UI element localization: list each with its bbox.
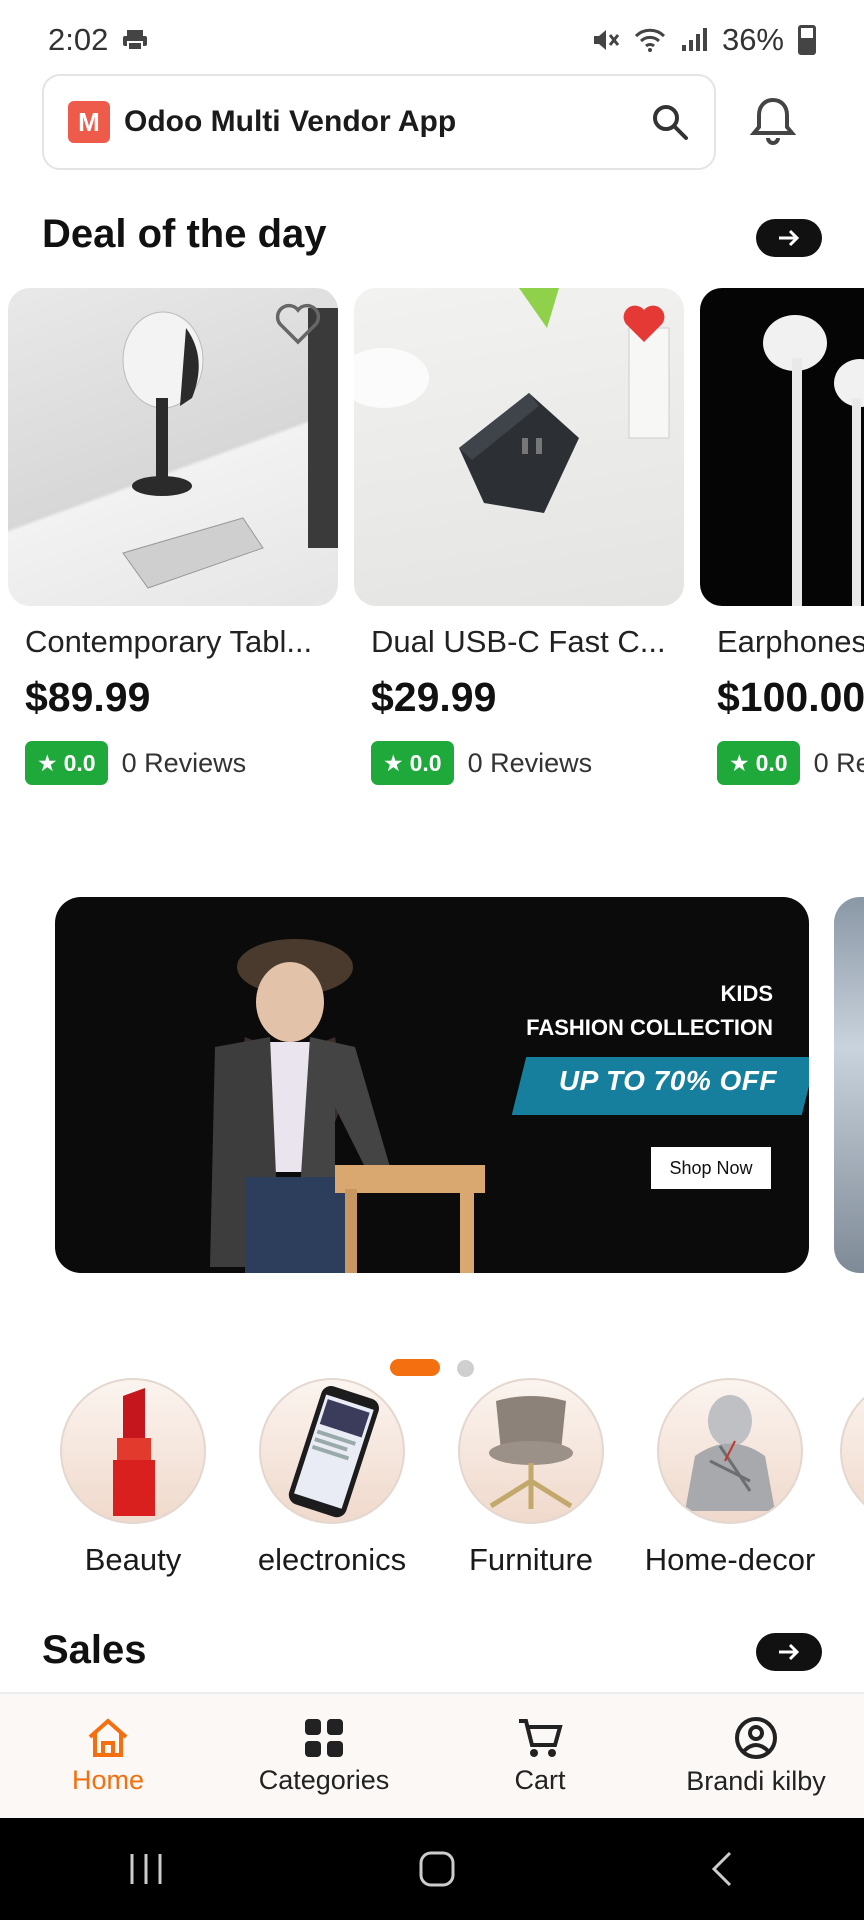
screen: 2:02 36% M Odoo Multi Vendor App Deal of… (0, 0, 864, 1920)
phone-icon (288, 1385, 379, 1518)
account-circle-icon (735, 1716, 777, 1759)
battery-icon (798, 25, 816, 55)
search-bar[interactable]: M Odoo Multi Vendor App (42, 74, 716, 170)
star-icon: ★ (383, 749, 404, 776)
category-image (458, 1378, 604, 1524)
category-item-next[interactable] (840, 1378, 864, 1524)
category-label: Furniture (468, 1542, 594, 1577)
category-label: Home-decor (644, 1542, 816, 1577)
statue-icon (685, 1395, 775, 1511)
promo-banner[interactable]: KIDS FASHION COLLECTION UP TO 70% OFF Sh… (55, 897, 809, 1273)
banner-offer-text: UP TO 70% OFF (558, 1065, 777, 1096)
nav-cart[interactable]: Cart (432, 1694, 648, 1818)
shop-now-button[interactable]: Shop Now (651, 1147, 771, 1189)
product-image (8, 288, 338, 606)
rating-value: 0.0 (63, 749, 96, 776)
chair-icon (489, 1396, 573, 1509)
category-item-electronics[interactable]: electronics (232, 1378, 432, 1578)
category-image (259, 1378, 405, 1524)
nav-home[interactable]: Home (0, 1694, 216, 1818)
product-name: Earphones (717, 624, 864, 659)
search-icon[interactable] (650, 102, 690, 142)
review-count: 0 Reviews (121, 747, 247, 778)
nav-categories-label: Categories (258, 1764, 390, 1795)
carousel-dot[interactable] (457, 1360, 474, 1377)
rating-badge: ★ 0.0 (717, 741, 800, 785)
heart-filled-icon[interactable] (620, 302, 668, 346)
product-image (700, 288, 864, 606)
deal-section-title: Deal of the day (42, 212, 327, 256)
sales-see-all-button[interactable] (756, 1633, 822, 1671)
banner-heading: KIDS FASHION COLLECTION (526, 977, 773, 1045)
battery-percent: 36% (721, 22, 784, 57)
product-image (354, 288, 684, 606)
deal-see-all-button[interactable] (756, 219, 822, 257)
banner-line1: KIDS (720, 981, 773, 1006)
nav-profile[interactable]: Brandi kilby (648, 1694, 864, 1818)
star-icon: ★ (729, 749, 750, 776)
category-image (60, 1378, 206, 1524)
banner-line2: FASHION COLLECTION (526, 1015, 773, 1040)
product-price: $100.00 (717, 674, 864, 720)
back-icon[interactable] (708, 1849, 738, 1889)
system-navigation-bar (0, 1818, 864, 1920)
product-card[interactable]: Earphones $100.00 ★ 0.0 0 Reviews (700, 288, 864, 785)
carousel-dot-active[interactable] (390, 1359, 440, 1376)
category-label: Beauty (84, 1542, 182, 1577)
review-count: 0 Reviews (467, 747, 593, 778)
star-icon: ★ (37, 749, 58, 776)
home-icon (88, 1717, 128, 1757)
app-logo: M (68, 101, 110, 143)
rating-badge: ★ 0.0 (371, 741, 454, 785)
review-count: 0 Reviews (813, 747, 864, 778)
status-time: 2:02 (48, 22, 109, 57)
product-card[interactable]: Dual USB-C Fast C... $29.99 ★ 0.0 0 Revi… (354, 288, 684, 785)
nav-home-label: Home (71, 1764, 145, 1795)
cart-icon (519, 1718, 563, 1757)
product-price: $89.99 (25, 674, 151, 720)
bell-icon (749, 97, 797, 145)
app-title: Odoo Multi Vendor App (124, 105, 457, 138)
lipstick-icon (113, 1388, 155, 1516)
sales-section-title: Sales (42, 1628, 147, 1672)
category-label: electronics (257, 1542, 407, 1577)
category-item-home-decor[interactable]: Home-decor (630, 1378, 830, 1578)
status-bar: 2:02 36% (0, 0, 864, 80)
product-price: $29.99 (371, 674, 497, 720)
home-system-icon[interactable] (417, 1849, 457, 1889)
product-name: Dual USB-C Fast C... (371, 624, 666, 659)
product-card[interactable]: Contemporary Tabl... $89.99 ★ 0.0 0 Revi… (8, 288, 338, 785)
print-icon (123, 30, 148, 51)
signal-icon (681, 28, 707, 51)
product-name: Contemporary Tabl... (25, 624, 313, 659)
mute-icon (593, 30, 620, 50)
rating-value: 0.0 (755, 749, 788, 776)
earphones-illustration (763, 315, 864, 606)
arrow-right-icon (779, 229, 800, 247)
heart-outline-icon[interactable] (274, 302, 322, 346)
grid-icon (305, 1718, 343, 1757)
rating-value: 0.0 (409, 749, 442, 776)
category-item-furniture[interactable]: Furniture (431, 1378, 631, 1578)
category-image (657, 1378, 803, 1524)
nav-cart-label: Cart (514, 1764, 566, 1795)
rating-badge: ★ 0.0 (25, 741, 108, 785)
bottom-navigation: Home Categories Cart Brandi kilby (0, 1692, 864, 1818)
promo-banner-next[interactable] (834, 897, 864, 1273)
nav-profile-label: Brandi kilby (686, 1765, 826, 1796)
arrow-right-icon (779, 1643, 800, 1661)
nav-categories[interactable]: Categories (216, 1694, 432, 1818)
category-image (840, 1378, 864, 1524)
recent-apps-icon[interactable] (126, 1852, 166, 1886)
category-item-beauty[interactable]: Beauty (33, 1378, 233, 1578)
notifications-button[interactable] (748, 92, 804, 152)
wifi-icon (634, 28, 666, 52)
